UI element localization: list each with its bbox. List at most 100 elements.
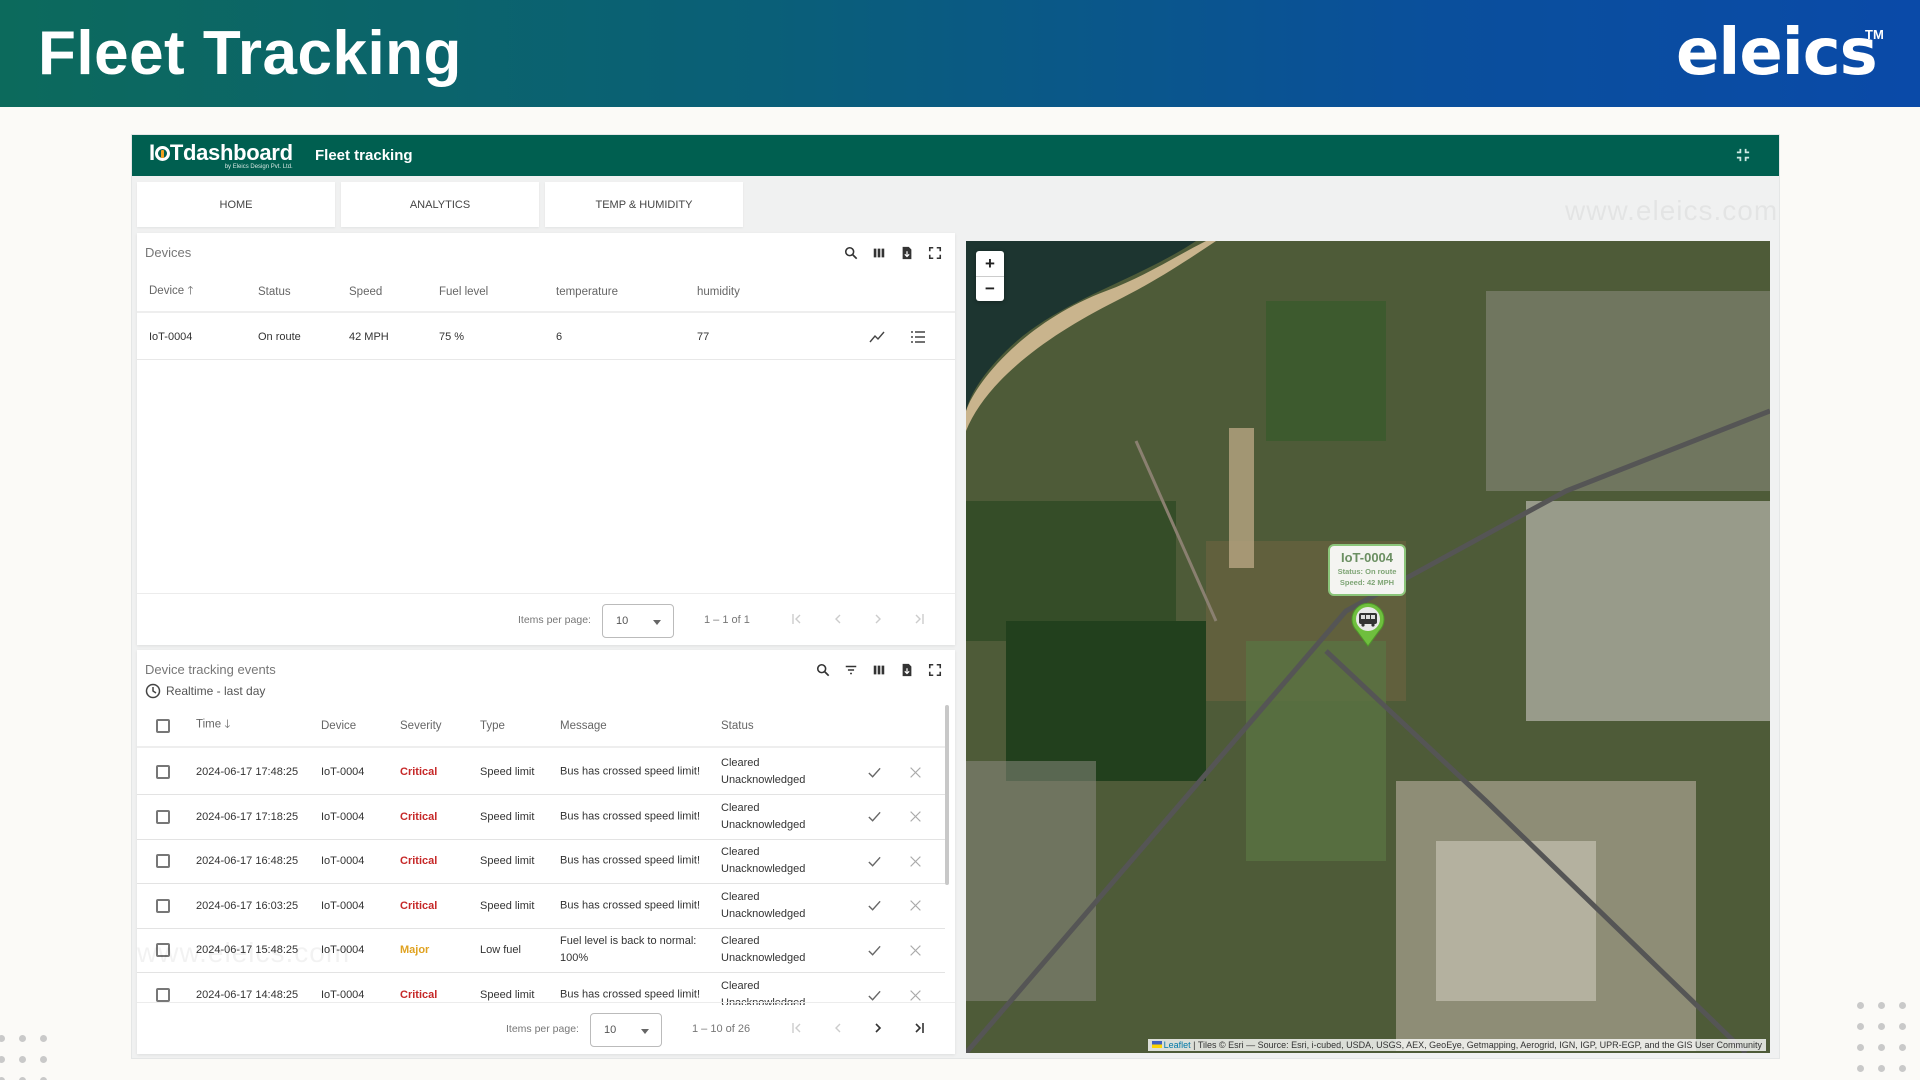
device-humidity: 77 xyxy=(697,331,710,343)
last-page-icon[interactable] xyxy=(911,611,927,627)
zoom-in-button[interactable]: + xyxy=(976,251,1004,276)
last-page-icon[interactable] xyxy=(911,1020,927,1036)
events-title: Device tracking events xyxy=(145,662,276,677)
acknowledge-check-icon[interactable] xyxy=(866,853,882,869)
clear-close-icon[interactable] xyxy=(907,853,923,869)
event-time: 2024-06-17 16:48:25 xyxy=(196,855,299,868)
first-page-icon[interactable] xyxy=(789,611,805,627)
filter-icon[interactable] xyxy=(843,662,859,678)
column-header-fuel[interactable]: Fuel level xyxy=(439,286,488,298)
event-status: Cleared Unacknowledged xyxy=(721,801,806,831)
event-row[interactable]: 2024-06-17 16:48:25 IoT-0004 Critical Speed… xyxy=(137,839,945,885)
row-checkbox[interactable] xyxy=(156,854,170,869)
columns-icon[interactable] xyxy=(871,245,887,261)
dropdown-arrow-icon xyxy=(641,1029,649,1034)
next-page-icon[interactable] xyxy=(870,611,886,627)
row-checkbox[interactable] xyxy=(156,898,170,913)
search-icon[interactable] xyxy=(843,245,859,261)
dashboard-title: Fleet tracking xyxy=(315,147,413,164)
tab-temp-humidity[interactable]: TEMP & HUMIDITY xyxy=(545,182,743,227)
iotdashboard-logo[interactable]: I Tdashboard by Eleics Design Pvt. Ltd. xyxy=(149,140,293,171)
column-header-humidity[interactable]: humidity xyxy=(697,286,740,298)
row-checkbox[interactable] xyxy=(156,988,170,1002)
device-id: IoT-0004 xyxy=(149,331,193,343)
export-icon[interactable] xyxy=(899,245,915,261)
column-header-device[interactable]: Device 🡑 xyxy=(149,283,193,302)
decorative-dot xyxy=(40,1035,47,1042)
clear-close-icon[interactable] xyxy=(907,764,923,780)
export-icon[interactable] xyxy=(899,662,915,678)
events-toolbar xyxy=(815,662,943,678)
timewindow-selector[interactable]: Realtime - last day xyxy=(145,683,265,699)
vehicle-marker[interactable] xyxy=(1348,599,1388,647)
decorative-dot xyxy=(1878,1023,1885,1030)
event-message: Bus has crossed speed limit! xyxy=(560,810,701,823)
decorative-dot xyxy=(0,1035,5,1042)
tab-analytics[interactable]: ANALYTICS xyxy=(341,182,539,227)
logo-text-tdashboard: Tdashboard xyxy=(169,140,293,165)
event-time: 2024-06-17 15:48:25 xyxy=(196,944,299,957)
event-row[interactable]: 2024-06-17 17:18:25 IoT-0004 Critical Speed… xyxy=(137,795,945,840)
dropdown-arrow-icon xyxy=(653,620,661,625)
clock-icon xyxy=(145,683,161,699)
satellite-map[interactable]: + − IoT-0004 Status: On route Speed: 42 … xyxy=(966,241,1770,1053)
events-scrollbar[interactable] xyxy=(945,705,949,885)
event-status: Cleared Unacknowledged xyxy=(721,980,806,1005)
first-page-icon[interactable] xyxy=(789,1020,805,1036)
tooltip-status: Status: On route xyxy=(1337,567,1397,576)
tab-home[interactable]: HOME xyxy=(137,182,335,227)
event-row[interactable]: 2024-06-17 17:48:25 IoT-0004 Critical Speed… xyxy=(137,750,945,795)
acknowledge-check-icon[interactable] xyxy=(866,809,882,825)
prev-page-icon[interactable] xyxy=(830,611,846,627)
page-size-select[interactable]: 10 xyxy=(590,1013,662,1047)
column-header-temperature[interactable]: temperature xyxy=(556,286,618,298)
decorative-dot xyxy=(40,1056,47,1063)
fullscreen-icon[interactable] xyxy=(927,662,943,678)
event-row[interactable]: 2024-06-17 16:03:25 IoT-0004 Critical Speed… xyxy=(137,884,945,929)
event-device: IoT-0004 xyxy=(321,766,365,778)
events-paginator: Items per page: 10 1 – 10 of 26 xyxy=(137,1002,955,1054)
row-checkbox[interactable] xyxy=(156,809,170,824)
page-size-select[interactable]: 10 xyxy=(602,604,674,638)
details-list-icon[interactable] xyxy=(910,329,926,345)
event-row[interactable]: 2024-06-17 15:48:25 IoT-0004 Major Low fuel… xyxy=(137,928,945,974)
clear-close-icon[interactable] xyxy=(907,942,923,958)
devices-table-header: Device 🡑 Status Speed Fuel level tempera… xyxy=(137,273,955,313)
columns-icon[interactable] xyxy=(871,662,887,678)
tooltip-speed: Speed: 42 MPH xyxy=(1339,578,1395,587)
chart-trend-icon[interactable] xyxy=(869,329,885,345)
dashboard-tabs: HOME ANALYTICS TEMP & HUMIDITY xyxy=(137,182,743,228)
devices-widget: Devices Device 🡑 Status Speed Fuel level… xyxy=(137,233,955,645)
acknowledge-check-icon[interactable] xyxy=(866,898,882,914)
zoom-out-button[interactable]: − xyxy=(976,276,1004,301)
fullscreen-icon[interactable] xyxy=(927,245,943,261)
event-message: Bus has crossed speed limit! xyxy=(560,988,701,1001)
acknowledge-check-icon[interactable] xyxy=(866,942,882,958)
column-header-speed[interactable]: Speed xyxy=(349,286,382,298)
event-row[interactable]: 2024-06-17 14:48:25 IoT-0004 Critical Speed… xyxy=(137,973,945,1005)
acknowledge-check-icon[interactable] xyxy=(866,764,882,780)
trademark-mark: TM xyxy=(1865,27,1884,42)
event-time: 2024-06-17 14:48:25 xyxy=(196,989,299,1001)
app-toolbar: I Tdashboard by Eleics Design Pvt. Ltd. F… xyxy=(132,135,1779,176)
acknowledge-check-icon[interactable] xyxy=(866,987,882,1003)
clear-close-icon[interactable] xyxy=(907,987,923,1003)
page-range: 1 – 10 of 26 xyxy=(692,1023,751,1035)
decorative-dot xyxy=(1878,1044,1885,1051)
column-header-status[interactable]: Status xyxy=(258,286,291,298)
clear-close-icon[interactable] xyxy=(907,898,923,914)
decorative-dot xyxy=(1857,1023,1864,1030)
decorative-dot xyxy=(19,1035,26,1042)
fullscreen-exit-icon[interactable] xyxy=(1735,148,1751,164)
next-page-icon[interactable] xyxy=(870,1020,886,1036)
device-fuel: 75 % xyxy=(439,331,465,343)
prev-page-icon[interactable] xyxy=(830,1020,846,1036)
decorative-dot xyxy=(1857,1044,1864,1051)
row-checkbox[interactable] xyxy=(156,943,170,958)
device-speed: 42 MPH xyxy=(349,331,389,343)
device-row[interactable]: IoT-0004 On route 42 MPH 75 % 6 77 xyxy=(137,315,955,360)
leaflet-link[interactable]: Leaflet xyxy=(1164,1040,1191,1050)
clear-close-icon[interactable] xyxy=(907,809,923,825)
row-checkbox[interactable] xyxy=(156,765,170,779)
search-icon[interactable] xyxy=(815,662,831,678)
